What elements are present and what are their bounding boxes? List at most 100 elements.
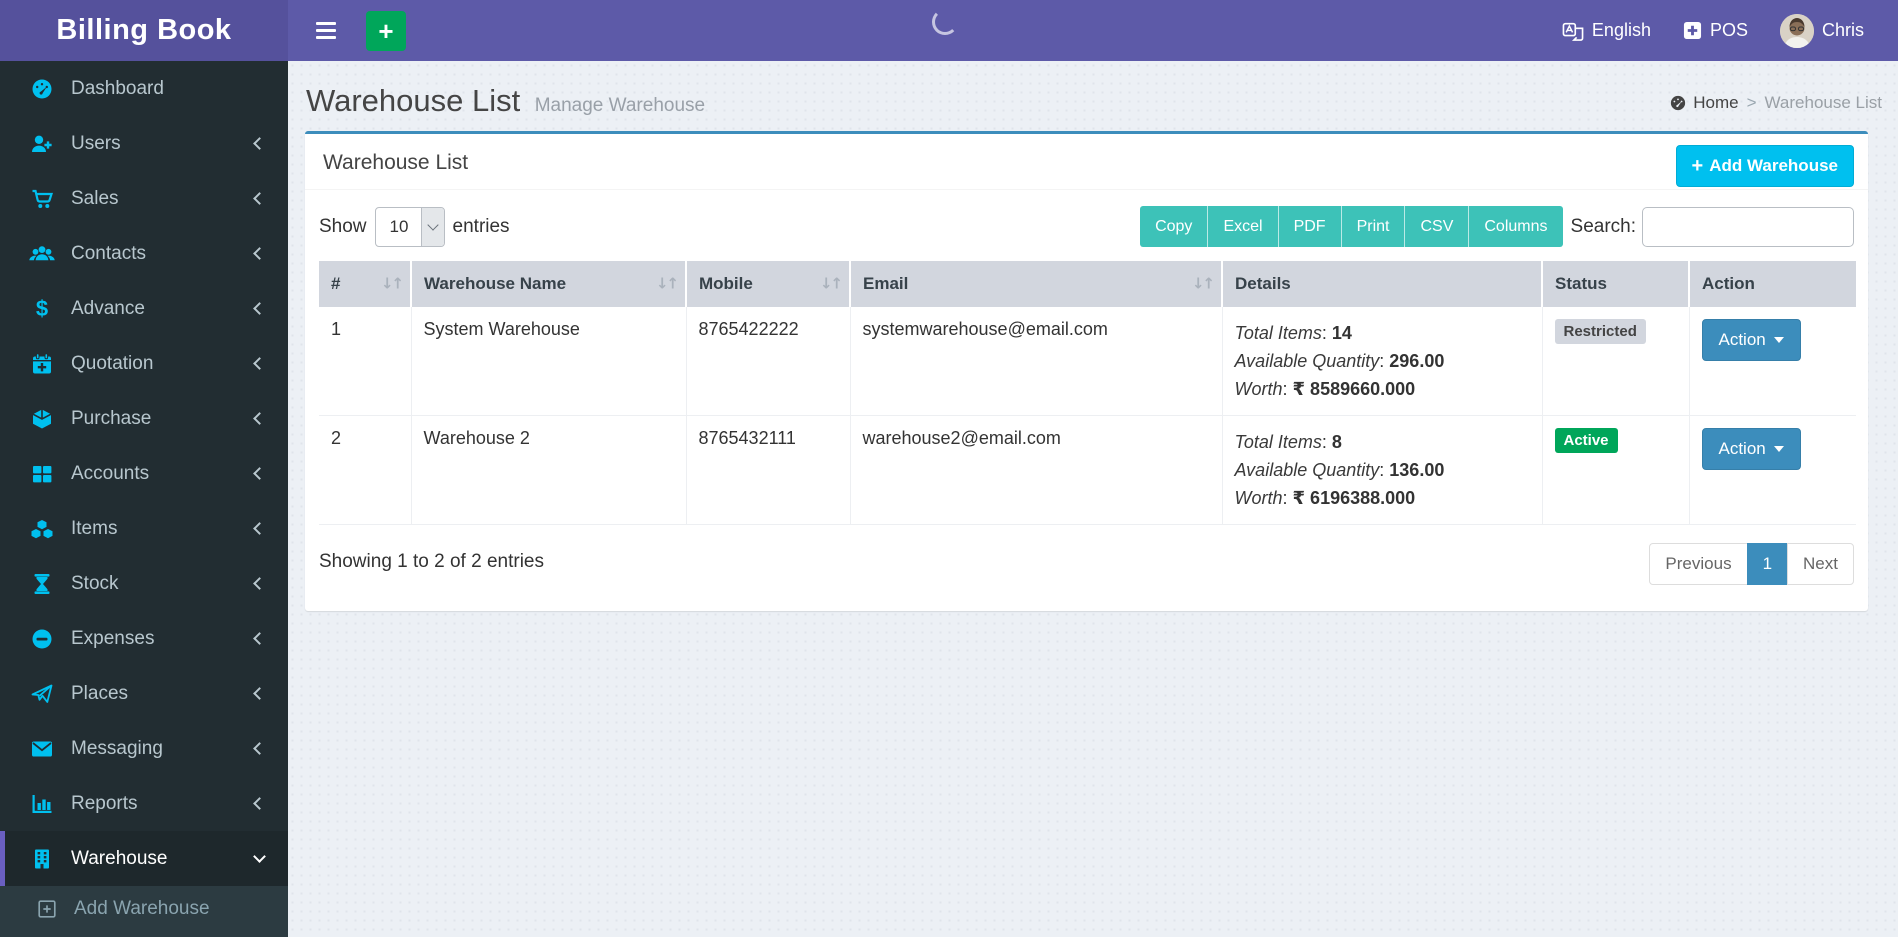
sidebar-subitem-cutoff[interactable]: [0, 932, 288, 937]
sidebar-toggle-button[interactable]: [304, 0, 348, 61]
breadcrumb-home[interactable]: Home: [1669, 93, 1739, 113]
search-input[interactable]: [1642, 206, 1854, 247]
column-header-status: Status: [1542, 261, 1690, 307]
sidebar-item-quotation[interactable]: Quotation: [0, 336, 288, 391]
pdf-button[interactable]: PDF: [1278, 206, 1342, 247]
chevron-down-icon: [253, 850, 266, 863]
next-page-button[interactable]: Next: [1787, 543, 1854, 585]
print-button[interactable]: Print: [1341, 206, 1406, 247]
gauge-icon: [29, 77, 55, 101]
sidebar-item-label: Users: [71, 132, 121, 154]
sidebar-item-places[interactable]: Places: [0, 666, 288, 721]
add-warehouse-button[interactable]: + Add Warehouse: [1675, 145, 1854, 187]
sidebar-item-users[interactable]: Users: [0, 116, 288, 171]
pagination: Previous 1 Next: [1649, 543, 1854, 585]
sidebar-item-label: Sales: [71, 187, 119, 209]
sidebar-item-label: Quotation: [71, 352, 154, 374]
cell-email: warehouse2@email.com: [849, 415, 1223, 525]
breadcrumb-current: Warehouse List: [1764, 93, 1882, 112]
excel-button[interactable]: Excel: [1208, 206, 1279, 247]
sidebar-item-label: Dashboard: [71, 77, 164, 99]
warehouse-table: # ↓↑ Warehouse Name ↓↑ Mobile ↓↑ Email ↓↑ De…: [319, 261, 1856, 525]
column-header-num[interactable]: # ↓↑: [319, 261, 412, 307]
chevron-left-icon: [253, 687, 266, 700]
cell-details: Total Items: 14 Available Quantity: 296.…: [1221, 307, 1543, 416]
hourglass-icon: [29, 572, 55, 596]
sidebar: Dashboard Users Sales Contacts $ Advance…: [0, 61, 288, 937]
cell-num: 2: [319, 415, 412, 525]
sort-icon: ↓↑: [380, 274, 404, 293]
sidebar-item-accounts[interactable]: Accounts: [0, 446, 288, 501]
sidebar-item-expenses[interactable]: Expenses: [0, 611, 288, 666]
page-title: Warehouse List: [306, 83, 521, 118]
topbar: Billing Book + English POS Chris: [0, 0, 1898, 61]
pos-label: POS: [1709, 20, 1748, 40]
user-name: Chris: [1821, 20, 1864, 40]
main-content: Warehouse List Manage Warehouse Home > W…: [288, 61, 1898, 937]
brand-logo[interactable]: Billing Book: [0, 0, 288, 61]
cell-action: Action: [1688, 415, 1856, 525]
pos-button[interactable]: POS: [1667, 0, 1764, 61]
cell-action: Action: [1688, 307, 1856, 416]
sidebar-item-reports[interactable]: Reports: [0, 776, 288, 831]
sidebar-item-contacts[interactable]: Contacts: [0, 226, 288, 281]
avatar: [1779, 13, 1814, 48]
sidebar-item-label: Warehouse: [71, 847, 168, 869]
loading-spinner-icon: [932, 9, 958, 35]
building-icon: [29, 847, 55, 871]
sidebar-item-sales[interactable]: Sales: [0, 171, 288, 226]
page-length-select[interactable]: 10: [374, 206, 445, 247]
sidebar-subitem-label: Add Warehouse: [74, 898, 210, 919]
quick-add-button[interactable]: +: [366, 10, 406, 51]
table-header-row: # ↓↑ Warehouse Name ↓↑ Mobile ↓↑ Email ↓↑ De…: [319, 261, 1856, 307]
chevron-left-icon: [253, 632, 266, 645]
sort-icon: ↓↑: [1191, 274, 1215, 293]
user-plus-icon: [29, 132, 55, 156]
show-label: Show: [319, 215, 367, 237]
chevron-left-icon: [253, 192, 266, 205]
column-header-name[interactable]: Warehouse Name ↓↑: [411, 261, 687, 307]
sidebar-item-items[interactable]: Items: [0, 501, 288, 556]
page-subtitle: Manage Warehouse: [534, 95, 706, 116]
plus-square-icon: [34, 897, 60, 921]
sidebar-item-label: Stock: [71, 572, 119, 594]
sidebar-item-label: Messaging: [71, 737, 163, 759]
chevron-left-icon: [253, 412, 266, 425]
chevron-left-icon: [253, 467, 266, 480]
panel-title: Warehouse List: [323, 151, 469, 174]
sidebar-item-advance[interactable]: $ Advance: [0, 281, 288, 336]
action-dropdown-button[interactable]: Action: [1701, 428, 1801, 470]
plus-square-icon: [1683, 21, 1702, 40]
sidebar-item-dashboard[interactable]: Dashboard: [0, 61, 288, 116]
sidebar-item-purchase[interactable]: Purchase: [0, 391, 288, 446]
columns-button[interactable]: Columns: [1469, 206, 1563, 247]
chevron-left-icon: [253, 522, 266, 535]
table-row: 1 System Warehouse 8765422222 systemware…: [319, 307, 1856, 416]
sidebar-item-label: Expenses: [71, 627, 155, 649]
page-number-button[interactable]: 1: [1746, 543, 1789, 585]
column-header-mobile[interactable]: Mobile ↓↑: [686, 261, 851, 307]
sidebar-subitem-add-warehouse[interactable]: Add Warehouse: [0, 886, 288, 932]
sidebar-item-label: Purchase: [71, 407, 152, 429]
sidebar-item-stock[interactable]: Stock: [0, 556, 288, 611]
sidebar-item-label: Reports: [71, 792, 138, 814]
cell-status: Restricted: [1541, 307, 1690, 416]
copy-button[interactable]: Copy: [1140, 206, 1209, 247]
cell-mobile: 8765422222: [685, 307, 851, 416]
sidebar-item-label: Places: [71, 682, 129, 704]
chevron-left-icon: [253, 577, 266, 590]
chevron-left-icon: [253, 302, 266, 315]
column-header-email[interactable]: Email ↓↑: [850, 261, 1223, 307]
action-dropdown-button[interactable]: Action: [1701, 319, 1801, 361]
sidebar-item-warehouse[interactable]: Warehouse: [0, 831, 288, 886]
language-menu[interactable]: English: [1546, 0, 1667, 61]
csv-button[interactable]: CSV: [1405, 206, 1470, 247]
user-menu[interactable]: Chris: [1764, 0, 1880, 61]
language-icon: [1562, 21, 1584, 41]
warehouse-list-panel: Warehouse List + Add Warehouse Show 10 e…: [305, 131, 1868, 611]
previous-page-button[interactable]: Previous: [1649, 543, 1748, 585]
sidebar-item-messaging[interactable]: Messaging: [0, 721, 288, 776]
cell-name: System Warehouse: [410, 307, 687, 416]
sort-icon: ↓↑: [819, 274, 843, 293]
minus-circle-icon: [29, 627, 55, 651]
